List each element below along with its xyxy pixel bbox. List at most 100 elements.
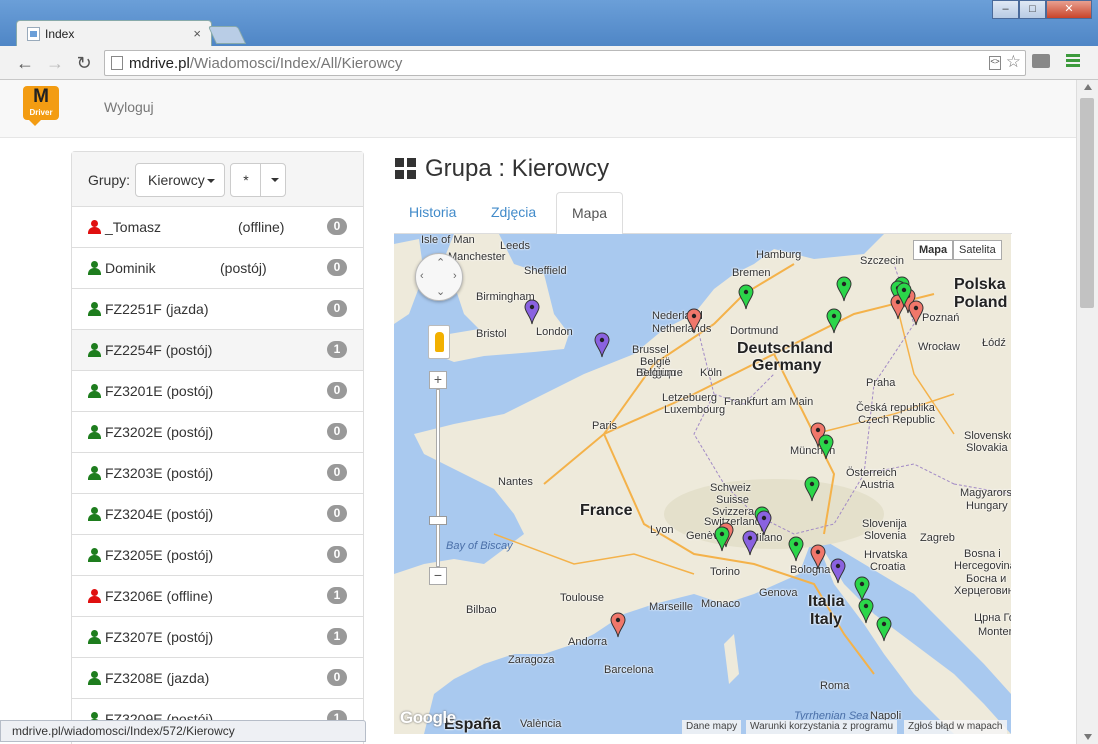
driver-name[interactable]: _Tomasz: [105, 219, 161, 235]
vehicle-marker-purple[interactable]: [742, 530, 758, 556]
vehicle-marker-green[interactable]: [836, 276, 852, 302]
driver-name[interactable]: FZ2254F (postój): [105, 342, 212, 358]
vehicle-marker-purple[interactable]: [524, 299, 540, 325]
maximize-button[interactable]: □: [1019, 0, 1046, 19]
map-data-link[interactable]: Dane mapy: [682, 720, 742, 734]
vehicle-marker-purple[interactable]: [594, 332, 610, 358]
zoom-in-button[interactable]: +: [429, 371, 447, 389]
driver-row[interactable]: FZ2251F (jazda) 0: [72, 289, 363, 330]
map-place-label: Zaragoza: [508, 654, 555, 666]
scroll-down-icon[interactable]: [1084, 734, 1092, 740]
driver-sidebar: Grupy: Kierowcy * _Tomasz (offline) 0 Domin…: [71, 151, 364, 744]
vehicle-marker-purple[interactable]: [830, 558, 846, 584]
driver-row[interactable]: FZ3201E (postój) 0: [72, 371, 363, 412]
vehicle-marker-green[interactable]: [788, 536, 804, 562]
message-count-badge: 0: [327, 464, 347, 481]
map-place-label: Hamburg: [756, 249, 802, 261]
driver-row[interactable]: FZ3204E (postój) 0: [72, 494, 363, 535]
google-map[interactable]: Isle of Man Leeds Manchester Sheffield Birmi…: [394, 234, 1011, 734]
driver-name[interactable]: Dominik: [105, 260, 156, 276]
vehicle-marker-purple[interactable]: [756, 510, 772, 536]
street-view-pegman-icon[interactable]: [428, 325, 450, 359]
driver-name[interactable]: FZ3208E (jazda): [105, 670, 209, 686]
chat-icon[interactable]: [1032, 54, 1050, 68]
driver-name[interactable]: FZ3201E (postój): [105, 383, 213, 399]
vehicle-marker-green[interactable]: [854, 576, 870, 602]
driver-row[interactable]: FZ3208E (jazda) 0: [72, 658, 363, 699]
back-arrow-icon[interactable]: ←: [14, 52, 36, 74]
extension-icon[interactable]: <>: [989, 56, 1001, 70]
user-icon: [88, 220, 101, 234]
zoom-slider-handle[interactable]: [429, 516, 447, 525]
group-dropdown[interactable]: Kierowcy: [135, 163, 225, 197]
close-window-button[interactable]: ✕: [1046, 0, 1092, 19]
reload-icon[interactable]: ↻: [73, 52, 95, 74]
tab-historia[interactable]: Historia: [394, 192, 471, 234]
filter-dropdown[interactable]: *: [230, 163, 286, 197]
zoom-slider[interactable]: [436, 389, 440, 567]
browser-tab[interactable]: Index ×: [16, 20, 212, 46]
tab-zdjecia[interactable]: Zdjęcia: [476, 192, 551, 234]
vehicle-marker-green[interactable]: [714, 526, 730, 552]
status-url-tooltip: mdrive.pl/wiadomosci/Index/572/Kierowcy: [0, 720, 366, 742]
pan-left-icon[interactable]: ‹: [420, 270, 424, 282]
scroll-thumb[interactable]: [1080, 98, 1094, 308]
vehicle-marker-green[interactable]: [826, 308, 842, 334]
driver-row[interactable]: FZ2254F (postój) 1: [72, 330, 363, 371]
map-place-label: Toulouse: [560, 592, 605, 604]
driver-name[interactable]: FZ3204E (postój): [105, 506, 213, 522]
vehicle-marker-green[interactable]: [804, 476, 820, 502]
pan-control[interactable]: ⌃ ⌄ ‹ ›: [415, 253, 463, 301]
driver-row[interactable]: _Tomasz (offline) 0: [72, 207, 363, 248]
map-place-label: Paris: [592, 420, 618, 432]
page-favicon-icon: [27, 27, 40, 41]
driver-name[interactable]: FZ3206E (offline): [105, 588, 213, 604]
zoom-out-button[interactable]: −: [429, 567, 447, 585]
driver-row[interactable]: FZ3206E (offline) 1: [72, 576, 363, 617]
address-url[interactable]: mdrive.pl/Wiadomosci/Index/All/Kierowcy: [129, 55, 402, 72]
driver-row[interactable]: FZ3207E (postój) 1: [72, 617, 363, 658]
logout-link[interactable]: Wyloguj: [104, 99, 154, 115]
driver-name[interactable]: FZ2251F (jazda): [105, 301, 208, 317]
vehicle-marker-green[interactable]: [858, 598, 874, 624]
google-logo[interactable]: Google: [400, 708, 456, 728]
driver-row[interactable]: Dominik (postój) 0: [72, 248, 363, 289]
browser-toolbar: ← → ↻ mdrive.pl/Wiadomosci/Index/All/Kie…: [0, 46, 1098, 80]
map-terms-link[interactable]: Warunki korzystania z programu: [746, 720, 898, 734]
map-place-label: Czech Republic: [858, 414, 936, 426]
message-count-badge: 0: [327, 423, 347, 440]
bookmark-star-icon[interactable]: ☆: [1006, 52, 1021, 72]
driver-row[interactable]: FZ3203E (postój) 0: [72, 453, 363, 494]
driver-name[interactable]: FZ3203E (postój): [105, 465, 213, 481]
menu-icon[interactable]: [1066, 54, 1080, 68]
map-type-satellite-button[interactable]: Satelita: [953, 240, 1002, 260]
page-scrollbar[interactable]: [1076, 80, 1098, 744]
scroll-up-icon[interactable]: [1084, 84, 1092, 90]
driver-name[interactable]: FZ3205E (postój): [105, 547, 213, 563]
vehicle-marker-red[interactable]: [686, 308, 702, 334]
vehicle-marker-green[interactable]: [876, 616, 892, 642]
vehicle-marker-green[interactable]: [738, 284, 754, 310]
mdrive-logo[interactable]: M Driver: [23, 86, 59, 126]
tab-close-icon[interactable]: ×: [193, 26, 201, 41]
map-type-map-button[interactable]: Mapa: [913, 240, 954, 260]
caret-down-icon[interactable]: [271, 178, 279, 182]
driver-name[interactable]: FZ3202E (postój): [105, 424, 213, 440]
user-icon: [88, 343, 101, 357]
vehicle-marker-red[interactable]: [610, 612, 626, 638]
pan-down-icon[interactable]: ⌄: [436, 285, 445, 298]
pan-right-icon[interactable]: ›: [453, 270, 457, 282]
vehicle-marker-green[interactable]: [818, 434, 834, 460]
pan-up-icon[interactable]: ⌃: [436, 256, 445, 269]
driver-row[interactable]: FZ3202E (postój) 0: [72, 412, 363, 453]
driver-name[interactable]: FZ3207E (postój): [105, 629, 213, 645]
vehicle-marker-red[interactable]: [810, 544, 826, 570]
forward-arrow-icon[interactable]: →: [44, 52, 66, 74]
map-report-link[interactable]: Zgłoś błąd w mapach: [904, 720, 1007, 734]
vehicle-marker-green[interactable]: [896, 282, 912, 308]
driver-row[interactable]: FZ3205E (postój) 0: [72, 535, 363, 576]
address-bar[interactable]: mdrive.pl/Wiadomosci/Index/All/Kierowcy …: [104, 50, 1026, 76]
minimize-button[interactable]: –: [992, 0, 1019, 19]
tab-mapa[interactable]: Mapa: [556, 192, 624, 235]
new-tab-button[interactable]: [207, 26, 247, 44]
